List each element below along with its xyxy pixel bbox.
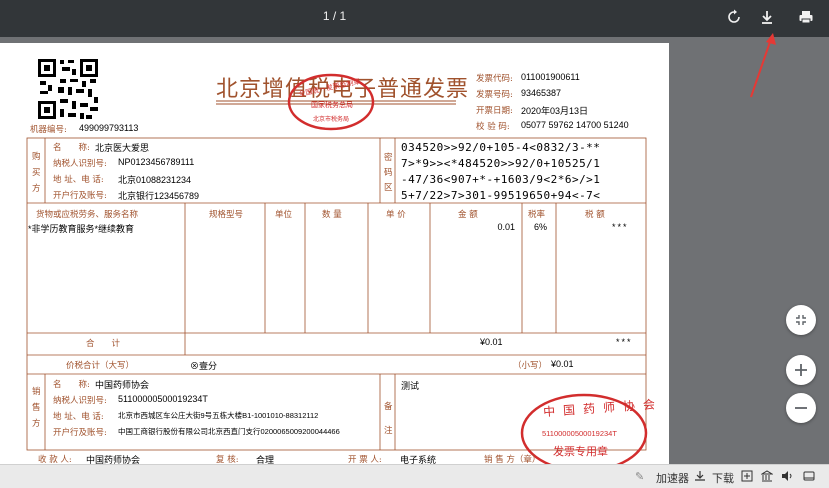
seller-side-char: 售 — [32, 403, 41, 413]
cipher-area: 034520>>92/0+105-4<0832/3-** 7>*9>><*484… — [401, 140, 600, 204]
buyer-bank-label: 开户行及账号: — [53, 191, 107, 201]
item-tax: *** — [612, 222, 629, 232]
bank-icon[interactable] — [760, 470, 774, 485]
page-indicator: 1 / 1 — [322, 9, 347, 23]
col-rate: 税率 — [528, 210, 546, 220]
screenshot-icon[interactable] — [741, 470, 753, 485]
total-label: 合 计 — [86, 339, 121, 349]
red-arrow-annotation — [750, 33, 776, 98]
remark-side-label: 备 注 — [384, 395, 393, 443]
pdf-toolbar: 1 / 1 — [0, 0, 829, 37]
seller-name-label: 名 称: — [53, 380, 90, 390]
buyer-tax-id: NP0123456789111 — [118, 157, 195, 167]
seller-side-char: 方 — [32, 419, 41, 429]
col-unit: 单位 — [275, 210, 293, 220]
sum-label: 价税合计（大写） — [66, 361, 135, 371]
download-label[interactable]: 下载 — [712, 470, 734, 486]
buyer-bank: 北京银行123456789 — [118, 191, 200, 201]
buyer-addr: 北京01088231234 — [118, 175, 192, 185]
zoom-in-icon[interactable] — [786, 355, 816, 385]
seller-addr-label: 地 址、电 话: — [53, 412, 104, 422]
seller-tax-label: 纳税人识别号: — [53, 396, 107, 406]
buyer-side-char: 购 — [32, 152, 41, 162]
seller-bank: 中国工商银行股份有限公司北京西直门支行0200065009200044466 — [118, 427, 340, 436]
seller-tax-id: 51100000500019234T — [118, 394, 208, 404]
seller-addr: 北京市西城区车公庄大街9号五栋大楼B1-1001010-88312112 — [118, 411, 319, 420]
accelerator-label[interactable]: 加速器 — [656, 470, 689, 486]
buyer-side-char: 方 — [32, 184, 41, 194]
buyer-side-label: 购 买 方 — [32, 149, 41, 197]
remark-text: 测试 — [401, 381, 420, 391]
total-amount: ¥0.01 — [480, 337, 503, 347]
seller-side-label: 销 售 方 — [32, 384, 41, 432]
window-icon[interactable] — [803, 470, 815, 485]
col-qty: 数 量 — [322, 210, 342, 220]
sum-small-label: （小写） — [513, 361, 548, 371]
fit-page-icon[interactable] — [786, 305, 816, 335]
print-icon[interactable] — [795, 6, 817, 28]
buyer-name: 北京医大爱思 — [95, 143, 150, 153]
pdf-viewport[interactable]: 机器编号: 499099793113 北京增值税电子普通发票 全国统一发票监制章… — [0, 33, 829, 470]
edit-icon[interactable]: ✎ — [635, 470, 644, 483]
remark-side-char: 注 — [384, 426, 393, 436]
cipher-line: -47/36<907+*-+1603/9<2*6>/>1 — [401, 173, 601, 186]
col-goods: 货物或应税劳务、服务名称 — [36, 210, 139, 220]
zoom-out-icon[interactable] — [786, 393, 816, 423]
remark-side-char: 备 — [384, 402, 393, 412]
cipher-side-char: 区 — [384, 183, 393, 193]
downloads-icon[interactable] — [694, 470, 706, 485]
buyer-addr-label: 地 址、电 话: — [53, 175, 104, 185]
seller-seal-id: 51100000500019234T — [542, 429, 617, 438]
seller-seal-bottom: 发票专用章 — [553, 445, 608, 458]
rotate-icon[interactable] — [723, 6, 745, 28]
buyer-tax-label: 纳税人识别号: — [53, 159, 107, 169]
col-spec: 规格型号 — [209, 210, 244, 220]
download-icon[interactable] — [756, 6, 778, 28]
invoice-page: 机器编号: 499099793113 北京增值税电子普通发票 全国统一发票监制章… — [0, 43, 669, 470]
item-name: *非学历教育服务*继续教育 — [28, 224, 135, 234]
item-rate: 6% — [534, 222, 548, 232]
col-amount: 金 额 — [458, 210, 478, 220]
seller-name: 中国药师协会 — [95, 380, 150, 390]
col-tax: 税 额 — [585, 210, 605, 220]
sum-words: ⊗壹分 — [190, 361, 218, 371]
seller-side-char: 销 — [32, 387, 41, 397]
cipher-side-char: 密 — [384, 153, 393, 163]
cipher-line: 5+7/22>7>301-99519650+94<-7< — [401, 189, 601, 202]
seller-bank-label: 开户行及账号: — [53, 428, 107, 438]
cipher-side-char: 码 — [384, 168, 393, 178]
buyer-side-char: 买 — [32, 168, 41, 178]
item-amount: 0.01 — [497, 222, 515, 232]
sum-small: ¥0.01 — [551, 359, 574, 369]
sound-icon[interactable] — [781, 470, 793, 485]
cipher-line: 034520>>92/0+105-4<0832/3-** — [401, 141, 601, 154]
cipher-side-label: 密 码 区 — [384, 151, 393, 196]
buyer-name-label: 名 称: — [53, 143, 90, 153]
cipher-line: 7>*9>><*484520>>92/0+10525/1 — [401, 157, 601, 170]
total-tax: *** — [616, 337, 633, 347]
browser-status-bar: ✎ 加速器 下载 — [0, 464, 829, 488]
col-price: 单 价 — [386, 210, 406, 220]
